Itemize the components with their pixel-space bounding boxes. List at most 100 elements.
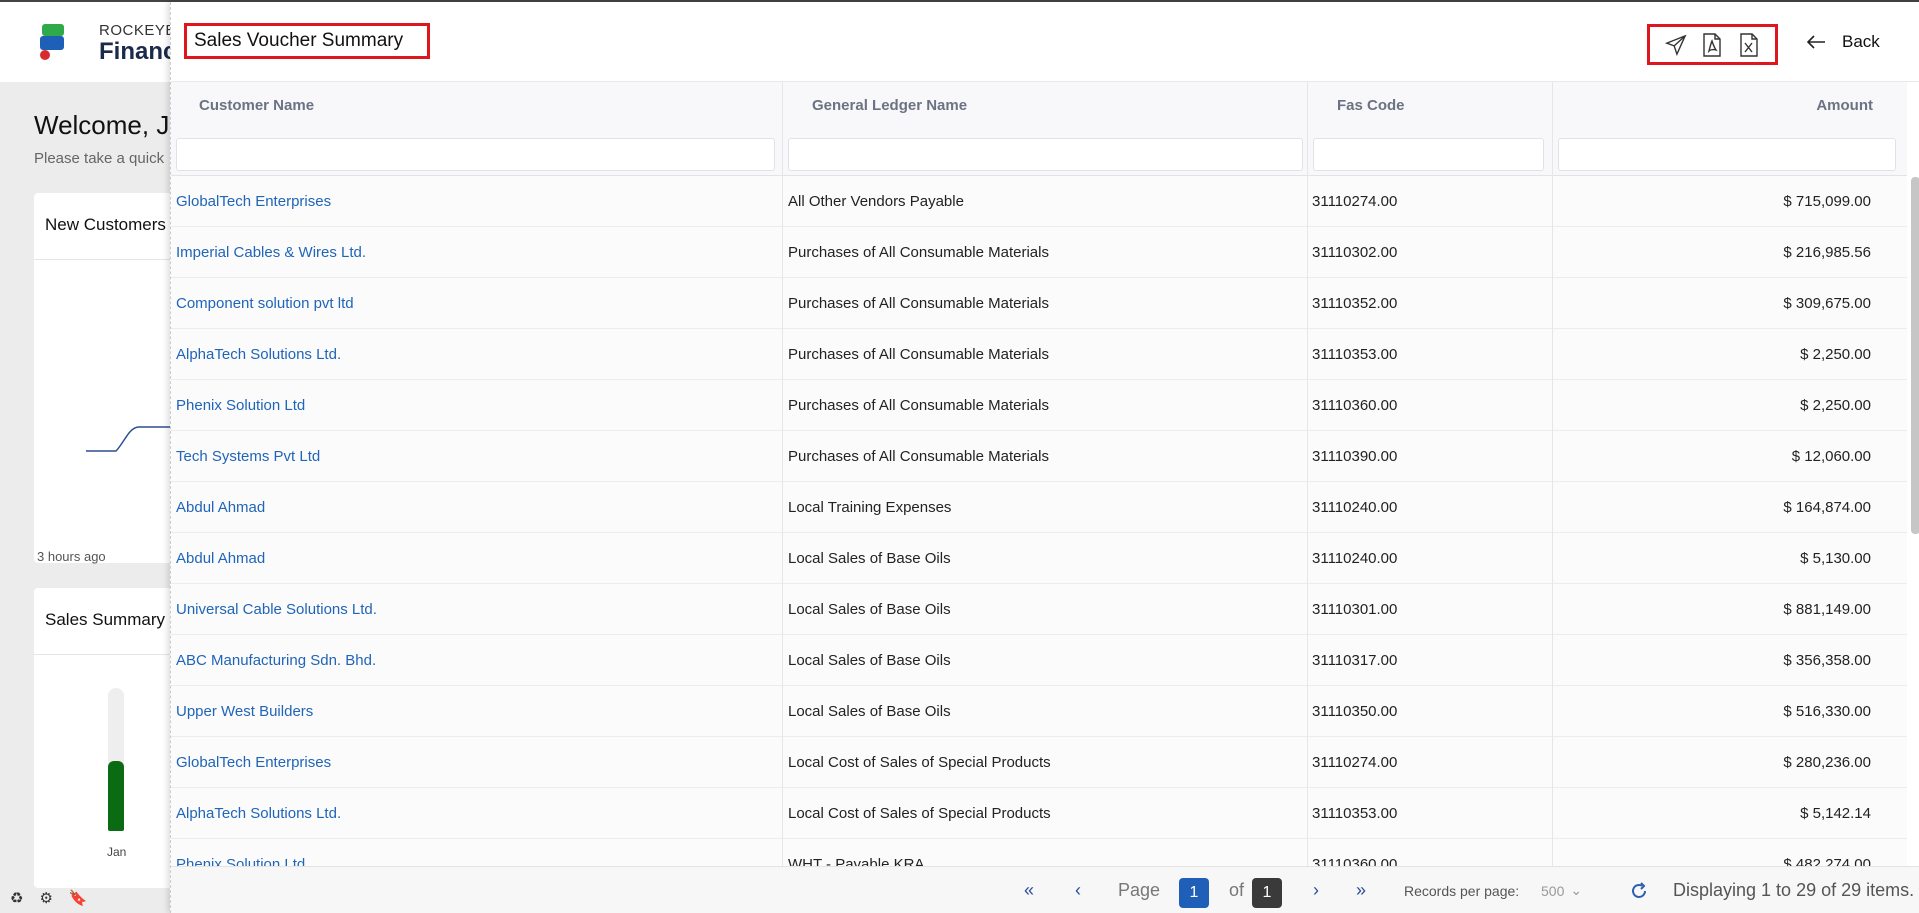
of-label: of	[1229, 880, 1245, 900]
table-row[interactable]: AlphaTech Solutions Ltd. Local Cost of Sa…	[171, 788, 1907, 839]
last-page-icon[interactable]: »	[1356, 867, 1366, 913]
cell-fas-code: 31110352.00	[1312, 295, 1398, 312]
cell-amount: $ 482,274.00	[1783, 856, 1871, 866]
cell-amount: $ 309,675.00	[1783, 295, 1871, 312]
cell-fas-code: 31110317.00	[1312, 652, 1398, 669]
table-row[interactable]: Component solution pvt ltd Purchases of A…	[171, 278, 1907, 329]
cell-customer-name[interactable]: Universal Cable Solutions Ltd.	[176, 584, 377, 635]
cell-general-ledger-name: Purchases of All Consumable Materials	[788, 448, 1049, 465]
cell-customer-name[interactable]: ABC Manufacturing Sdn. Bhd.	[176, 635, 376, 686]
next-page-icon[interactable]: ›	[1313, 867, 1319, 913]
cell-amount: $ 216,985.56	[1783, 244, 1871, 261]
cell-general-ledger-name: Local Cost of Sales of Special Products	[788, 805, 1051, 822]
trend-line-graphic	[86, 426, 184, 452]
column-header-customer-name[interactable]: Customer Name	[199, 97, 314, 114]
cell-general-ledger-name: Purchases of All Consumable Materials	[788, 397, 1049, 414]
card-title: New Customers	[45, 215, 166, 234]
cell-customer-name[interactable]: AlphaTech Solutions Ltd.	[176, 788, 341, 839]
table-row[interactable]: GlobalTech Enterprises All Other Vendors …	[171, 176, 1907, 227]
cell-general-ledger-name: WHT - Payable KRA	[788, 856, 925, 866]
cell-customer-name[interactable]: Phenix Solution Ltd	[176, 839, 305, 866]
records-per-page-value: 500	[1541, 882, 1565, 899]
modal-title: Sales Voucher Summary	[184, 23, 430, 59]
cell-general-ledger-name: Purchases of All Consumable Materials	[788, 346, 1049, 363]
voucher-table: Customer Name General Ledger Name Fas Co…	[171, 82, 1907, 866]
table-row[interactable]: Imperial Cables & Wires Ltd. Purchases of…	[171, 227, 1907, 278]
table-row[interactable]: Upper West Builders Local Sales of Base O…	[171, 686, 1907, 737]
cell-customer-name[interactable]: GlobalTech Enterprises	[176, 737, 331, 788]
cell-customer-name[interactable]: Abdul Ahmad	[176, 482, 265, 533]
back-button[interactable]: Back	[1806, 32, 1880, 52]
filter-fas-code[interactable]	[1313, 138, 1544, 171]
previous-page-icon[interactable]: ‹	[1075, 867, 1081, 913]
rocket-icon[interactable]: ⚙	[39, 889, 52, 907]
table-row[interactable]: AlphaTech Solutions Ltd. Purchases of All…	[171, 329, 1907, 380]
cell-fas-code: 31110240.00	[1312, 499, 1398, 516]
refresh-icon[interactable]	[1629, 867, 1649, 913]
filter-general-ledger-name[interactable]	[788, 138, 1303, 171]
cell-fas-code: 31110240.00	[1312, 550, 1398, 567]
pdf-icon[interactable]	[1699, 32, 1725, 58]
arrow-left-icon	[1806, 35, 1825, 49]
cell-amount: $ 5,130.00	[1800, 550, 1871, 567]
cell-customer-name[interactable]: Phenix Solution Ltd	[176, 380, 305, 431]
column-header-amount[interactable]: Amount	[1816, 97, 1873, 114]
cell-fas-code: 31110302.00	[1312, 244, 1398, 261]
export-actions	[1647, 24, 1778, 65]
column-header-general-ledger-name[interactable]: General Ledger Name	[812, 97, 967, 114]
total-pages: 1	[1252, 878, 1282, 908]
cell-general-ledger-name: Purchases of All Consumable Materials	[788, 244, 1049, 261]
cell-general-ledger-name: Local Training Expenses	[788, 499, 952, 516]
excel-icon[interactable]	[1736, 32, 1762, 58]
brand-line-2: Financ	[99, 38, 177, 65]
cell-amount: $ 2,250.00	[1800, 397, 1871, 414]
filter-customer-name[interactable]	[176, 138, 775, 171]
table-header: Customer Name General Ledger Name Fas Co…	[171, 82, 1907, 176]
cell-fas-code: 31110360.00	[1312, 856, 1398, 866]
table-row[interactable]: Phenix Solution Ltd Purchases of All Cons…	[171, 380, 1907, 431]
table-row[interactable]: Phenix Solution Ltd WHT - Payable KRA 3111…	[171, 839, 1907, 866]
cell-amount: $ 715,099.00	[1783, 193, 1871, 210]
cell-fas-code: 31110360.00	[1312, 397, 1398, 414]
table-row[interactable]: Universal Cable Solutions Ltd. Local Sale…	[171, 584, 1907, 635]
cell-customer-name[interactable]: Abdul Ahmad	[176, 533, 265, 584]
cell-general-ledger-name: Local Sales of Base Oils	[788, 550, 951, 567]
first-page-icon[interactable]: «	[1024, 867, 1034, 913]
cell-customer-name[interactable]: GlobalTech Enterprises	[176, 176, 331, 227]
cell-fas-code: 31110350.00	[1312, 703, 1398, 720]
vertical-scrollbar[interactable]	[1911, 177, 1919, 534]
cell-customer-name[interactable]: Component solution pvt ltd	[176, 278, 354, 329]
table-row[interactable]: ABC Manufacturing Sdn. Bhd. Local Sales o…	[171, 635, 1907, 686]
cell-amount: $ 516,330.00	[1783, 703, 1871, 720]
card-timestamp: 3 hours ago	[37, 549, 106, 564]
table-row[interactable]: Tech Systems Pvt Ltd Purchases of All Con…	[171, 431, 1907, 482]
records-per-page-label: Records per page:	[1404, 882, 1520, 899]
current-page-input[interactable]: 1	[1179, 878, 1209, 908]
cell-general-ledger-name: All Other Vendors Payable	[788, 193, 964, 210]
cell-customer-name[interactable]: Imperial Cables & Wires Ltd.	[176, 227, 366, 278]
filter-amount[interactable]	[1558, 138, 1896, 171]
table-row[interactable]: Abdul Ahmad Local Sales of Base Oils 31110…	[171, 533, 1907, 584]
column-header-fas-code[interactable]: Fas Code	[1337, 97, 1405, 114]
cell-amount: $ 881,149.00	[1783, 601, 1871, 618]
card-title: Sales Summary	[45, 610, 165, 629]
modal-header: Sales Voucher Summary Back	[171, 2, 1919, 82]
cell-general-ledger-name: Local Cost of Sales of Special Products	[788, 754, 1051, 771]
cell-fas-code: 31110274.00	[1312, 754, 1398, 771]
table-row[interactable]: GlobalTech Enterprises Local Cost of Sale…	[171, 737, 1907, 788]
cell-amount: $ 5,142.14	[1800, 805, 1871, 822]
cell-fas-code: 31110353.00	[1312, 346, 1398, 363]
cell-amount: $ 164,874.00	[1783, 499, 1871, 516]
back-label: Back	[1842, 32, 1880, 51]
cell-customer-name[interactable]: Tech Systems Pvt Ltd	[176, 431, 320, 482]
records-per-page-select[interactable]: 500 ⌄	[1541, 867, 1582, 913]
recycle-icon[interactable]: ♻	[10, 889, 23, 907]
bookmark-icon[interactable]: 🔖	[69, 889, 88, 907]
cell-amount: $ 12,060.00	[1791, 448, 1871, 465]
cell-customer-name[interactable]: Upper West Builders	[176, 686, 313, 737]
cell-general-ledger-name: Purchases of All Consumable Materials	[788, 295, 1049, 312]
cell-customer-name[interactable]: AlphaTech Solutions Ltd.	[176, 329, 341, 380]
chart-axis-label: Jan	[107, 845, 127, 859]
table-row[interactable]: Abdul Ahmad Local Training Expenses 311102…	[171, 482, 1907, 533]
send-icon[interactable]	[1663, 32, 1689, 58]
